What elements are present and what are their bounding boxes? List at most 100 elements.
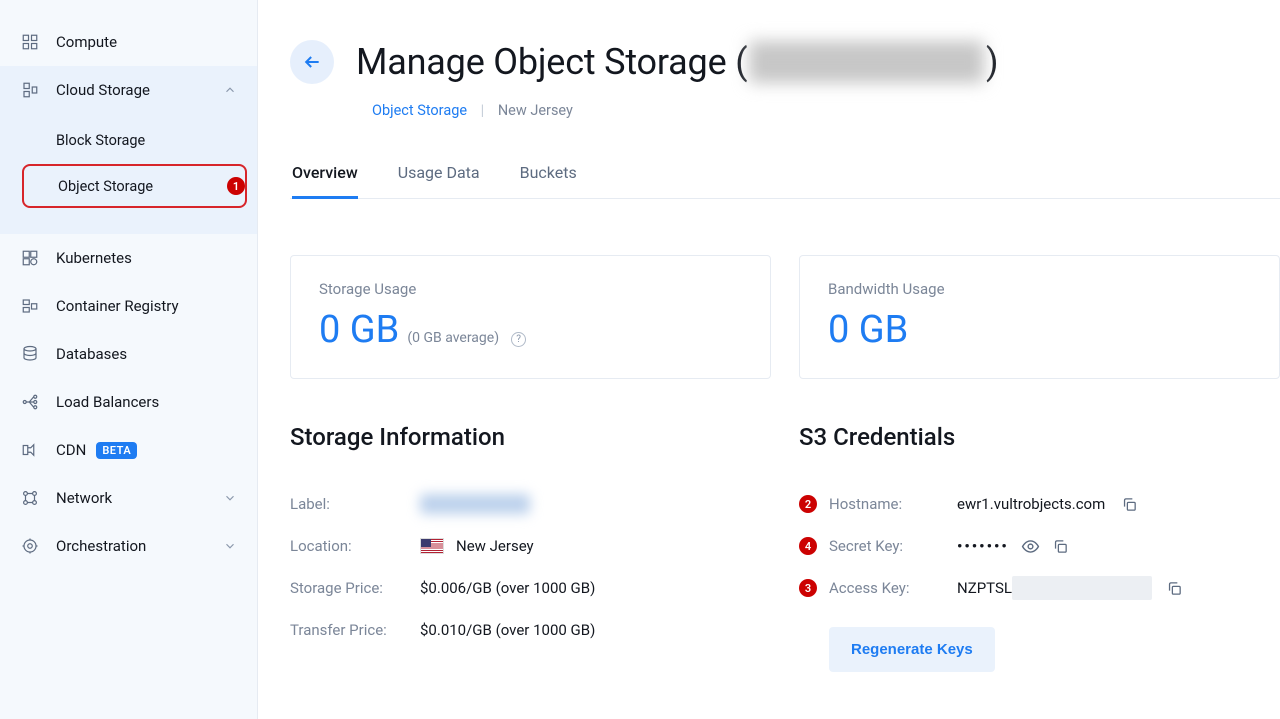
kv-label: Hostname: xyxy=(829,495,957,513)
breadcrumb-separator: | xyxy=(481,102,485,119)
chevron-down-icon xyxy=(223,491,237,505)
storage-usage-card: Storage Usage 0 GB (0 GB average) ? xyxy=(290,255,771,379)
label-value-hidden xyxy=(420,494,530,514)
sidebar-item-label: Orchestration xyxy=(56,537,146,555)
kv-label: Location: xyxy=(290,537,420,555)
breadcrumb-object-storage[interactable]: Object Storage xyxy=(372,102,467,119)
page-title-suffix: ) xyxy=(986,41,998,83)
step-badge-4: 4 xyxy=(799,537,817,555)
sidebar-item-container-registry[interactable]: Container Registry xyxy=(0,282,257,330)
transfer-price-value: $0.010/GB (over 1000 GB) xyxy=(420,621,595,639)
breadcrumb-location: New Jersey xyxy=(498,102,573,119)
sidebar-item-label: Compute xyxy=(56,33,117,51)
kv-row-hostname: 2 Hostname: ewr1.vultrobjects.com xyxy=(799,483,1280,525)
page-title-prefix: Manage Object Storage ( xyxy=(356,41,747,83)
sidebar: Compute Cloud Storage Block Storage Obje… xyxy=(0,0,258,719)
section-title: Storage Information xyxy=(290,423,771,451)
card-value: 0 GB xyxy=(828,308,1251,352)
title-row: Manage Object Storage ( VCD-REVIEWS ) xyxy=(290,40,1280,84)
sidebar-item-label: Load Balancers xyxy=(56,393,159,411)
storage-usage-value: 0 GB xyxy=(319,308,399,352)
kv-row-storage-price: Storage Price: $0.006/GB (over 1000 GB) xyxy=(290,567,771,609)
sidebar-item-cdn[interactable]: CDN BETA xyxy=(0,426,257,474)
network-icon xyxy=(20,488,40,508)
step-badge-1: 1 xyxy=(227,177,245,195)
kv-row-label: Label: xyxy=(290,483,771,525)
access-key-masked xyxy=(1012,576,1152,600)
compute-icon xyxy=(20,32,40,52)
container-registry-icon xyxy=(20,296,40,316)
breadcrumb: Object Storage | New Jersey xyxy=(372,102,1280,119)
storage-information-section: Storage Information Label: Location: New… xyxy=(290,423,771,672)
storage-price-value: $0.006/GB (over 1000 GB) xyxy=(420,579,595,597)
sidebar-item-block-storage[interactable]: Block Storage xyxy=(0,118,257,162)
tab-overview[interactable]: Overview xyxy=(292,163,358,199)
tab-usage-data[interactable]: Usage Data xyxy=(398,163,480,199)
card-title: Bandwidth Usage xyxy=(828,280,1251,298)
s3-credentials-section: S3 Credentials 2 Hostname: ewr1.vultrobj… xyxy=(799,423,1280,672)
card-value: 0 GB (0 GB average) ? xyxy=(319,308,742,352)
sidebar-item-label: Kubernetes xyxy=(56,249,132,267)
kv-label: Storage Price: xyxy=(290,579,420,597)
sidebar-item-databases[interactable]: Databases xyxy=(0,330,257,378)
kv-row-access-key: 3 Access Key: NZPTSL xyxy=(799,567,1280,609)
hostname-value: ewr1.vultrobjects.com xyxy=(957,495,1105,513)
sidebar-item-label: Databases xyxy=(56,345,127,363)
sidebar-item-cloud-storage[interactable]: Cloud Storage xyxy=(0,66,257,114)
secret-key-value-masked: ••••••• xyxy=(957,537,1009,555)
tab-buckets[interactable]: Buckets xyxy=(520,163,577,199)
orchestration-icon xyxy=(20,536,40,556)
sidebar-item-label: CDN xyxy=(56,441,86,459)
kv-row-secret-key: 4 Secret Key: ••••••• xyxy=(799,525,1280,567)
regenerate-keys-button[interactable]: Regenerate Keys xyxy=(829,627,995,672)
sidebar-item-load-balancers[interactable]: Load Balancers xyxy=(0,378,257,426)
kv-label: Transfer Price: xyxy=(290,621,420,639)
cloud-storage-icon xyxy=(20,80,40,100)
kv-row-transfer-price: Transfer Price: $0.010/GB (over 1000 GB) xyxy=(290,609,771,651)
bandwidth-usage-value: 0 GB xyxy=(828,308,908,352)
kv-label: Secret Key: xyxy=(829,537,957,555)
page-title-hidden: VCD-REVIEWS xyxy=(749,41,984,83)
info-row: Storage Information Label: Location: New… xyxy=(290,423,1280,672)
chevron-up-icon xyxy=(223,83,237,97)
sidebar-item-label: Block Storage xyxy=(56,132,145,149)
copy-icon[interactable] xyxy=(1166,580,1183,597)
location-value: New Jersey xyxy=(456,537,534,555)
sidebar-item-label: Network xyxy=(56,489,112,507)
access-key-value: NZPTSL xyxy=(957,579,1012,597)
beta-badge: BETA xyxy=(96,442,137,459)
sidebar-item-compute[interactable]: Compute xyxy=(0,18,257,66)
step-badge-3: 3 xyxy=(799,579,817,597)
eye-icon[interactable] xyxy=(1021,537,1040,556)
arrow-left-icon xyxy=(302,52,322,72)
main-content: Manage Object Storage ( VCD-REVIEWS ) Ob… xyxy=(258,0,1280,719)
sidebar-item-kubernetes[interactable]: Kubernetes xyxy=(0,234,257,282)
kv-row-location: Location: New Jersey xyxy=(290,525,771,567)
kv-label: Label: xyxy=(290,495,420,513)
copy-icon[interactable] xyxy=(1121,496,1138,513)
section-title: S3 Credentials xyxy=(799,423,1280,451)
sidebar-submenu-cloud-storage: Block Storage Object Storage 1 xyxy=(0,114,257,234)
sidebar-item-network[interactable]: Network xyxy=(0,474,257,522)
storage-usage-sub: (0 GB average) xyxy=(407,330,499,346)
sidebar-item-label: Object Storage xyxy=(58,178,153,195)
step-badge-2: 2 xyxy=(799,495,817,513)
us-flag-icon xyxy=(420,538,444,554)
cdn-icon xyxy=(20,440,40,460)
page-title: Manage Object Storage ( VCD-REVIEWS ) xyxy=(356,41,998,83)
databases-icon xyxy=(20,344,40,364)
kubernetes-icon xyxy=(20,248,40,268)
sidebar-item-orchestration[interactable]: Orchestration xyxy=(0,522,257,570)
load-balancers-icon xyxy=(20,392,40,412)
copy-icon[interactable] xyxy=(1052,538,1069,555)
back-button[interactable] xyxy=(290,40,334,84)
help-icon[interactable]: ? xyxy=(511,332,526,347)
bandwidth-usage-card: Bandwidth Usage 0 GB xyxy=(799,255,1280,379)
kv-label: Access Key: xyxy=(829,579,957,597)
sidebar-item-label: Cloud Storage xyxy=(56,81,150,99)
sidebar-item-object-storage[interactable]: Object Storage xyxy=(22,164,247,208)
cards-row: Storage Usage 0 GB (0 GB average) ? Band… xyxy=(290,255,1280,379)
card-title: Storage Usage xyxy=(319,280,742,298)
sidebar-item-label: Container Registry xyxy=(56,297,179,315)
tabs: Overview Usage Data Buckets xyxy=(290,163,1280,199)
